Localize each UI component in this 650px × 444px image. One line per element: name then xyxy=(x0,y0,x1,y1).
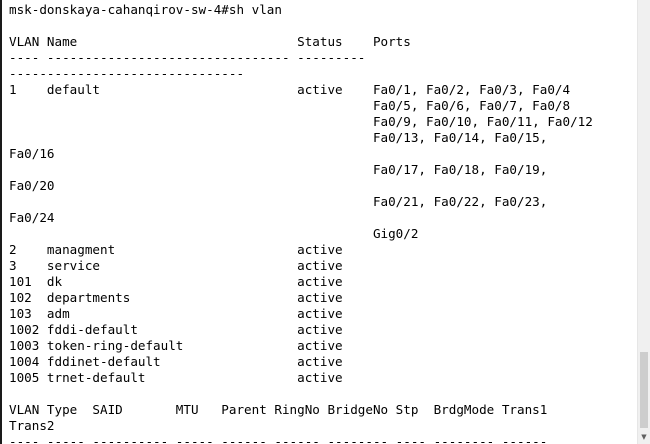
terminal-line: ---- ----- ---------- ----- ------ -----… xyxy=(9,434,548,444)
terminal-line: 1 default active Fa0/1, Fa0/2, Fa0/3, Fa… xyxy=(9,82,571,97)
terminal-line: VLAN Type SAID MTU Parent RingNo BridgeN… xyxy=(9,402,548,417)
terminal-line: Fa0/17, Fa0/18, Fa0/19, xyxy=(9,162,548,177)
terminal-line: 102 departments active xyxy=(9,290,373,305)
terminal-line: Trans2 xyxy=(9,418,55,433)
terminal-line: 2 managment active xyxy=(9,242,373,257)
terminal-output: msk-donskaya-cahanqirov-sw-4#sh vlan VLA… xyxy=(9,2,593,444)
terminal-line: Fa0/9, Fa0/10, Fa0/11, Fa0/12 xyxy=(9,114,593,129)
terminal-line: 3 service active xyxy=(9,258,373,273)
terminal-line: Gig0/2 xyxy=(9,226,419,241)
terminal-line: VLAN Name Status Ports xyxy=(9,34,411,49)
terminal-line: Fa0/5, Fa0/6, Fa0/7, Fa0/8 xyxy=(9,98,571,113)
terminal-line: 103 adm active xyxy=(9,306,373,321)
window-left-border xyxy=(0,0,2,444)
terminal-line: 1004 fddinet-default active xyxy=(9,354,373,369)
scrollbar-thumb[interactable] xyxy=(640,352,648,428)
terminal-line: msk-donskaya-cahanqirov-sw-4#sh vlan xyxy=(9,2,282,17)
terminal-window[interactable]: msk-donskaya-cahanqirov-sw-4#sh vlan VLA… xyxy=(0,0,650,444)
terminal-line: Fa0/13, Fa0/14, Fa0/15, xyxy=(9,130,548,145)
terminal-line: ---- -------------------------------- --… xyxy=(9,50,373,65)
terminal-line: 101 dk active xyxy=(9,274,373,289)
scroll-down-arrow-icon[interactable]: ▼ xyxy=(638,430,650,444)
vertical-scrollbar[interactable]: ▼ xyxy=(637,0,650,444)
terminal-line: 1002 fddi-default active xyxy=(9,322,373,337)
terminal-line: ------------------------------- xyxy=(9,66,245,81)
terminal-line: Fa0/21, Fa0/22, Fa0/23, xyxy=(9,194,548,209)
terminal-line: 1003 token-ring-default active xyxy=(9,338,373,353)
terminal-line: Fa0/16 xyxy=(9,146,55,161)
terminal-line: 1005 trnet-default active xyxy=(9,370,373,385)
terminal-line: Fa0/24 xyxy=(9,210,55,225)
terminal-line: Fa0/20 xyxy=(9,178,55,193)
